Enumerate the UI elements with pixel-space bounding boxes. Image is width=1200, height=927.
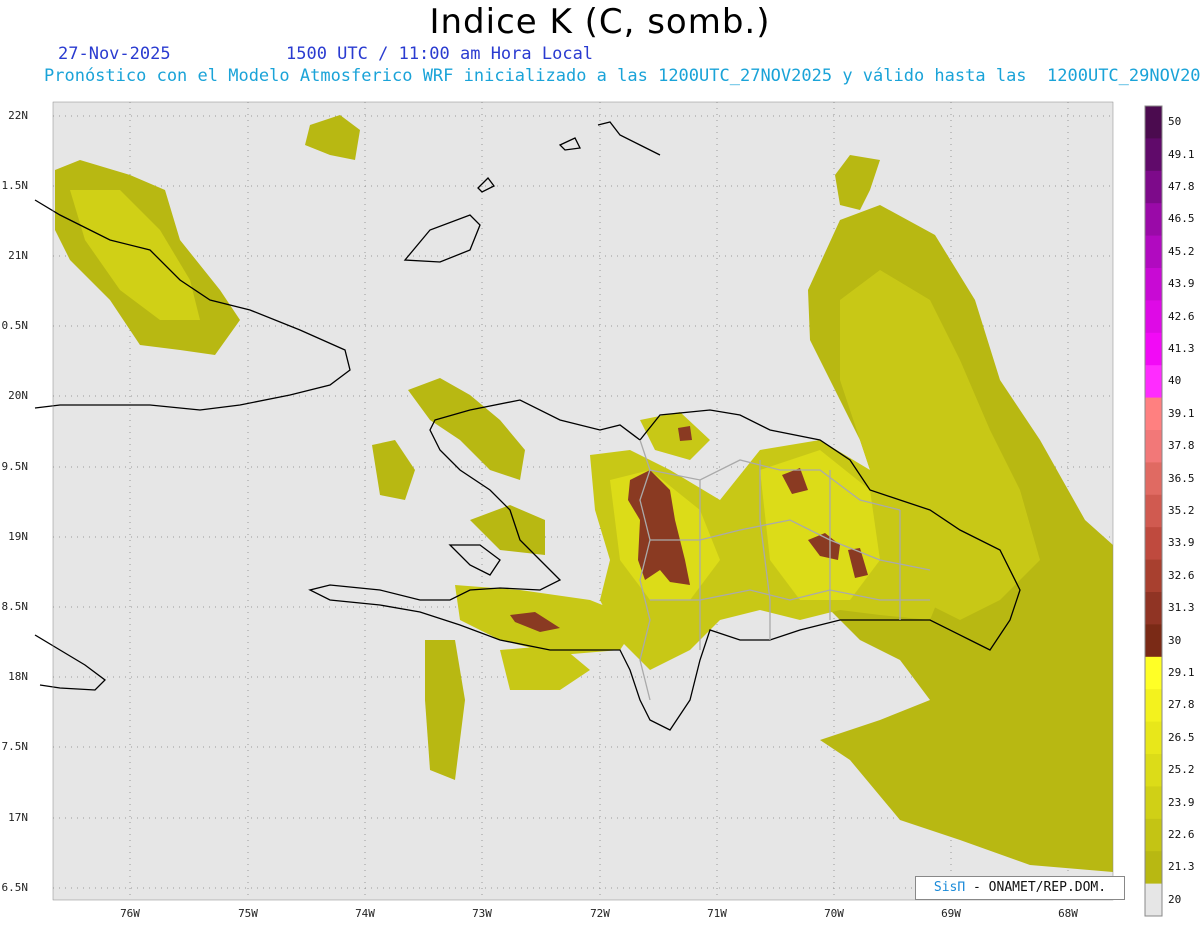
lon-label-74w: 74W <box>355 907 375 920</box>
colorbar-swatch <box>1145 721 1162 755</box>
colorbar-label: 33.9 <box>1168 536 1195 550</box>
colorbar-swatch <box>1145 430 1162 463</box>
colorbar-swatch <box>1145 138 1162 172</box>
colorbar-label: 23.9 <box>1168 795 1195 809</box>
colorbar <box>1144 105 1163 917</box>
lat-label-19n: 19N <box>8 530 28 543</box>
lat-label-18n: 18N <box>8 670 28 683</box>
colorbar-label: 46.5 <box>1168 212 1195 226</box>
lon-label-71w: 71W <box>707 907 727 920</box>
lat-label-22n: 22N <box>8 109 28 122</box>
colorbar-swatch <box>1145 851 1162 885</box>
colorbar-swatch <box>1145 300 1162 334</box>
colorbar-label: 21.3 <box>1168 860 1195 874</box>
colorbar-swatch <box>1145 883 1162 917</box>
colorbar-label: 31.3 <box>1168 601 1195 615</box>
lon-label-68w: 68W <box>1058 907 1078 920</box>
lat-label-20-5n: 0.5N <box>1 319 29 332</box>
colorbar-label: 29.1 <box>1168 666 1195 679</box>
colorbar-swatch <box>1145 754 1162 787</box>
colorbar-label: 32.6 <box>1168 568 1195 582</box>
colorbar-swatch <box>1145 592 1162 625</box>
k-hot-spot-north <box>678 426 692 441</box>
colorbar-label: 45.2 <box>1168 244 1195 258</box>
lon-label-69w: 69W <box>941 907 961 920</box>
colorbar-label: 30 <box>1168 633 1182 647</box>
lat-label-21-5n: 1.5N <box>1 179 29 192</box>
colorbar-label: 37.8 <box>1168 439 1195 453</box>
lat-label-17-5n: 7.5N <box>1 740 29 753</box>
colorbar-swatch <box>1145 170 1162 204</box>
colorbar-swatch <box>1145 203 1162 237</box>
colorbar-swatch <box>1145 494 1162 528</box>
colorbar-swatch <box>1145 397 1162 431</box>
credit-text: - ONAMET/REP.DOM. <box>965 880 1107 895</box>
colorbar-label: 25.2 <box>1168 763 1195 777</box>
lat-label-18-5n: 8.5N <box>1 600 29 613</box>
colorbar-label: 42.6 <box>1168 309 1195 323</box>
colorbar-label: 36.5 <box>1168 471 1195 485</box>
colorbar-swatch <box>1145 818 1162 852</box>
colorbar-swatch <box>1145 527 1162 561</box>
colorbar-swatch <box>1145 332 1162 366</box>
colorbar-label: 40 <box>1168 374 1182 388</box>
colorbar-label: 22.6 <box>1168 828 1195 841</box>
lat-label-20n: 20N <box>8 389 28 402</box>
colorbar-swatch <box>1145 106 1162 139</box>
colorbar-swatch <box>1145 235 1162 269</box>
colorbar-swatch <box>1145 462 1162 496</box>
lon-label-72w: 72W <box>590 907 610 920</box>
lon-label-76w: 76W <box>120 907 140 920</box>
colorbar-swatch <box>1145 786 1162 820</box>
lon-label-75w: 75W <box>238 907 258 920</box>
colorbar-swatch <box>1145 559 1162 593</box>
colorbar-swatch <box>1145 656 1162 690</box>
colorbar-label: 27.8 <box>1168 698 1195 712</box>
colorbar-label: 26.5 <box>1168 730 1195 744</box>
lat-label-17n: 17N <box>8 811 28 824</box>
colorbar-label: 35.2 <box>1168 504 1195 517</box>
colorbar-label: 20 <box>1168 892 1182 906</box>
lat-label-16-5n: 6.5N <box>1 881 29 894</box>
colorbar-label: 39.1 <box>1168 406 1195 420</box>
colorbar-label: 47.8 <box>1168 180 1195 193</box>
colorbar-swatch <box>1145 365 1162 399</box>
colorbar-swatch <box>1145 689 1162 723</box>
colorbar-label: 41.3 <box>1168 342 1195 355</box>
lon-label-70w: 70W <box>824 907 844 920</box>
colorbar-swatch <box>1145 268 1162 301</box>
lat-label-19-5n: 9.5N <box>1 460 29 473</box>
colorbar-label: 49.1 <box>1168 147 1195 161</box>
colorbar-label: 50 <box>1168 115 1182 129</box>
colorbar-swatch <box>1145 624 1162 658</box>
credit-box: SisΠ - ONAMET/REP.DOM. <box>915 876 1125 900</box>
colorbar-label: 43.9 <box>1168 277 1195 291</box>
lat-label-21n: 21N <box>8 249 28 262</box>
map-figure <box>34 101 1163 917</box>
lon-label-73w: 73W <box>472 907 492 920</box>
credit-sis: SisΠ <box>933 880 966 895</box>
